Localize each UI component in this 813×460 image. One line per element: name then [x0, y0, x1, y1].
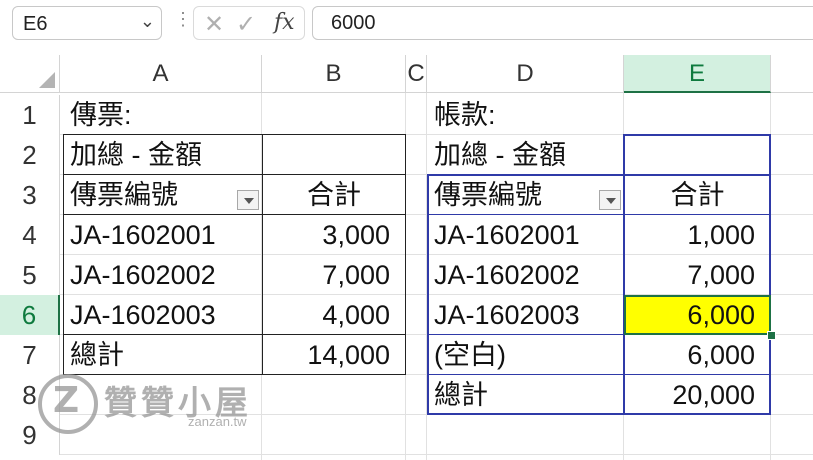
- cell-d3[interactable]: 傳票編號: [427, 175, 599, 215]
- filter-dropdown-button[interactable]: [599, 190, 621, 210]
- row-header-7[interactable]: 7: [0, 335, 60, 375]
- cell-a5[interactable]: JA-1602002: [63, 255, 261, 295]
- cell-e3[interactable]: 合計: [624, 175, 771, 215]
- column-header-d[interactable]: D: [427, 55, 624, 93]
- column-header-f[interactable]: [771, 55, 813, 93]
- cell-d4[interactable]: JA-1602001: [427, 215, 623, 255]
- column-header-e[interactable]: E: [624, 55, 771, 93]
- cell-a6[interactable]: JA-1602003: [63, 295, 261, 335]
- cell-d7[interactable]: (空白): [427, 335, 623, 375]
- cell-d1[interactable]: 帳款:: [427, 95, 623, 135]
- cell-e8[interactable]: 20,000: [624, 375, 771, 415]
- cell-a3[interactable]: 傳票編號: [63, 175, 238, 215]
- cell-d8[interactable]: 總計: [427, 375, 623, 415]
- dropdown-arrow-icon: [606, 198, 616, 204]
- cell-a4[interactable]: JA-1602001: [63, 215, 261, 255]
- pivot2-border: [624, 134, 771, 136]
- cell-e6[interactable]: 6,000: [624, 295, 771, 335]
- cell-d2[interactable]: 加總 - 金額: [427, 135, 623, 175]
- cell-a2[interactable]: 加總 - 金額: [63, 135, 261, 175]
- column-header-c[interactable]: C: [406, 55, 427, 93]
- row-header-4[interactable]: 4: [0, 215, 60, 255]
- watermark-url: zanzan.tw: [188, 414, 247, 429]
- cell-b6[interactable]: 4,000: [262, 295, 406, 335]
- row-header-2[interactable]: 2: [0, 135, 60, 175]
- row-header-5[interactable]: 5: [0, 255, 60, 295]
- logo-z-icon: Z: [53, 380, 80, 421]
- dropdown-arrow-icon: [244, 198, 254, 204]
- cell-a1[interactable]: 傳票:: [63, 95, 261, 135]
- watermark-logo: Z 贊贊小屋 zanzan.tw: [38, 374, 268, 440]
- column-header-b[interactable]: B: [262, 55, 406, 93]
- cell-e7[interactable]: 6,000: [624, 335, 771, 375]
- row-header-3[interactable]: 3: [0, 175, 60, 215]
- gridline: [60, 454, 813, 455]
- cell-e5[interactable]: 7,000: [624, 255, 771, 295]
- filter-dropdown-button[interactable]: [237, 190, 259, 210]
- row-header-1[interactable]: 1: [0, 95, 60, 135]
- row-header-6[interactable]: 6: [0, 295, 60, 335]
- cell-b5[interactable]: 7,000: [262, 255, 406, 295]
- cell-b3[interactable]: 合計: [262, 175, 406, 215]
- cell-a7[interactable]: 總計: [63, 335, 261, 375]
- fill-handle[interactable]: [767, 331, 776, 340]
- cell-d6[interactable]: JA-1602003: [427, 295, 623, 335]
- cell-b7[interactable]: 14,000: [262, 335, 406, 375]
- select-all-icon: [39, 72, 55, 88]
- cell-b4[interactable]: 3,000: [262, 215, 406, 255]
- cell-e4[interactable]: 1,000: [624, 215, 771, 255]
- cell-d5[interactable]: JA-1602002: [427, 255, 623, 295]
- column-header-a[interactable]: A: [60, 55, 262, 93]
- select-all-button[interactable]: [0, 55, 60, 93]
